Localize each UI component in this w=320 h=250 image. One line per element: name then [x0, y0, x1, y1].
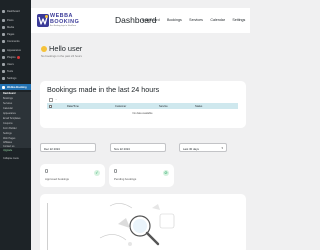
sidebar-item-media[interactable]: Media: [0, 24, 31, 30]
collapse-menu[interactable]: Collapse menu: [0, 156, 31, 161]
pending-label: Pending bookings: [114, 177, 137, 181]
pending-bookings-card: 0 Pending bookings ⊘: [109, 164, 174, 187]
sidebar-item-settings[interactable]: Settings: [0, 75, 31, 81]
logo-mark-icon: [37, 14, 49, 27]
approved-count: 0: [45, 169, 49, 175]
date-from-input[interactable]: Dec 22 2024: [40, 143, 96, 152]
comment-icon: [2, 39, 5, 43]
brush-icon: [2, 48, 5, 52]
column-header-datetime[interactable]: Date/Time: [67, 105, 79, 108]
sidebar-item-posts[interactable]: Posts: [0, 17, 31, 23]
wave-hand-icon: [41, 46, 47, 52]
greeting-title: Hello user: [49, 44, 83, 53]
bulk-select-label: ...: [55, 98, 58, 101]
wrench-icon: [2, 69, 5, 73]
column-header-customer[interactable]: Customer: [115, 105, 126, 108]
sidebar-item-pages[interactable]: Pages: [0, 31, 31, 37]
update-badge: [16, 55, 20, 59]
logo-tagline: Best Booking plugin for WordPress: [50, 25, 77, 27]
select-all-checkbox[interactable]: [49, 104, 52, 108]
range-select[interactable]: Last 30 days ▾: [179, 143, 227, 152]
table-header: Date/Time Customer Service Status: [47, 103, 238, 109]
dashboard-icon: [2, 9, 5, 13]
submenu-upgrade[interactable]: Upgrade: [0, 148, 31, 153]
date-to-value: Nov 22 2024: [114, 146, 130, 151]
sidebar-item-users[interactable]: Users: [0, 61, 31, 67]
nav-dashboard[interactable]: Dashboard: [142, 18, 160, 22]
bulk-select-checkbox[interactable]: [49, 98, 53, 102]
clock-icon: ⊘: [163, 170, 169, 176]
greeting-subtitle: No bookings in the past 24 hours: [41, 54, 82, 58]
pending-count: 0: [114, 169, 118, 175]
wp-admin-sidebar: Dashboard Posts Media Pages Comments App…: [0, 0, 31, 250]
recent-bookings-card: Bookings made in the last 24 hours ... D…: [40, 81, 246, 128]
sidebar-item-tools[interactable]: Tools: [0, 68, 31, 74]
empty-state-illustration: [47, 203, 175, 250]
sidebar-item-dashboard[interactable]: Dashboard: [0, 8, 31, 14]
check-icon: ✓: [94, 170, 100, 176]
pin-icon: [2, 18, 5, 22]
settings-icon: [2, 76, 5, 80]
approved-bookings-card: 0 Approved bookings ✓: [40, 164, 105, 187]
plugin-header: WEBBA BOOKING Best Booking plugin for Wo…: [31, 8, 250, 33]
webba-booking-logo: WEBBA BOOKING Best Booking plugin for Wo…: [37, 13, 93, 29]
plugin-icon: [2, 55, 5, 59]
chevron-down-icon: ▾: [221, 146, 223, 151]
page-icon: [2, 32, 5, 36]
date-from-value: Dec 22 2024: [44, 146, 60, 151]
bookings-card-title: Bookings made in the last 24 hours: [47, 85, 160, 94]
nav-settings[interactable]: Settings: [232, 18, 245, 22]
nav-bookings[interactable]: Bookings: [167, 18, 182, 22]
plugin-nav: Dashboard Bookings Services Calendar Set…: [142, 18, 253, 22]
calendar-icon: [2, 85, 5, 89]
range-value: Last 30 days: [183, 146, 199, 151]
magnifier-icon: [129, 215, 160, 246]
media-icon: [2, 25, 5, 29]
approved-label: Approved bookings: [45, 177, 69, 181]
bookings-chart-card: [40, 194, 246, 250]
sidebar-item-appearance[interactable]: Appearance: [0, 47, 31, 53]
date-to-input[interactable]: Nov 22 2024: [110, 143, 166, 152]
nav-services[interactable]: Services: [189, 18, 203, 22]
table-empty-message: No data available: [132, 112, 153, 115]
sidebar-item-comments[interactable]: Comments: [0, 38, 31, 44]
bookings-table: Date/Time Customer Service Status No dat…: [47, 103, 238, 115]
user-icon: [2, 62, 5, 66]
sidebar-item-plugins[interactable]: Plugins: [0, 54, 31, 60]
nav-calendar[interactable]: Calendar: [210, 18, 225, 22]
column-header-service[interactable]: Service: [159, 105, 168, 108]
sidebar-item-webba-booking[interactable]: Webba Booking: [0, 84, 31, 90]
column-header-status[interactable]: Status: [195, 105, 202, 108]
